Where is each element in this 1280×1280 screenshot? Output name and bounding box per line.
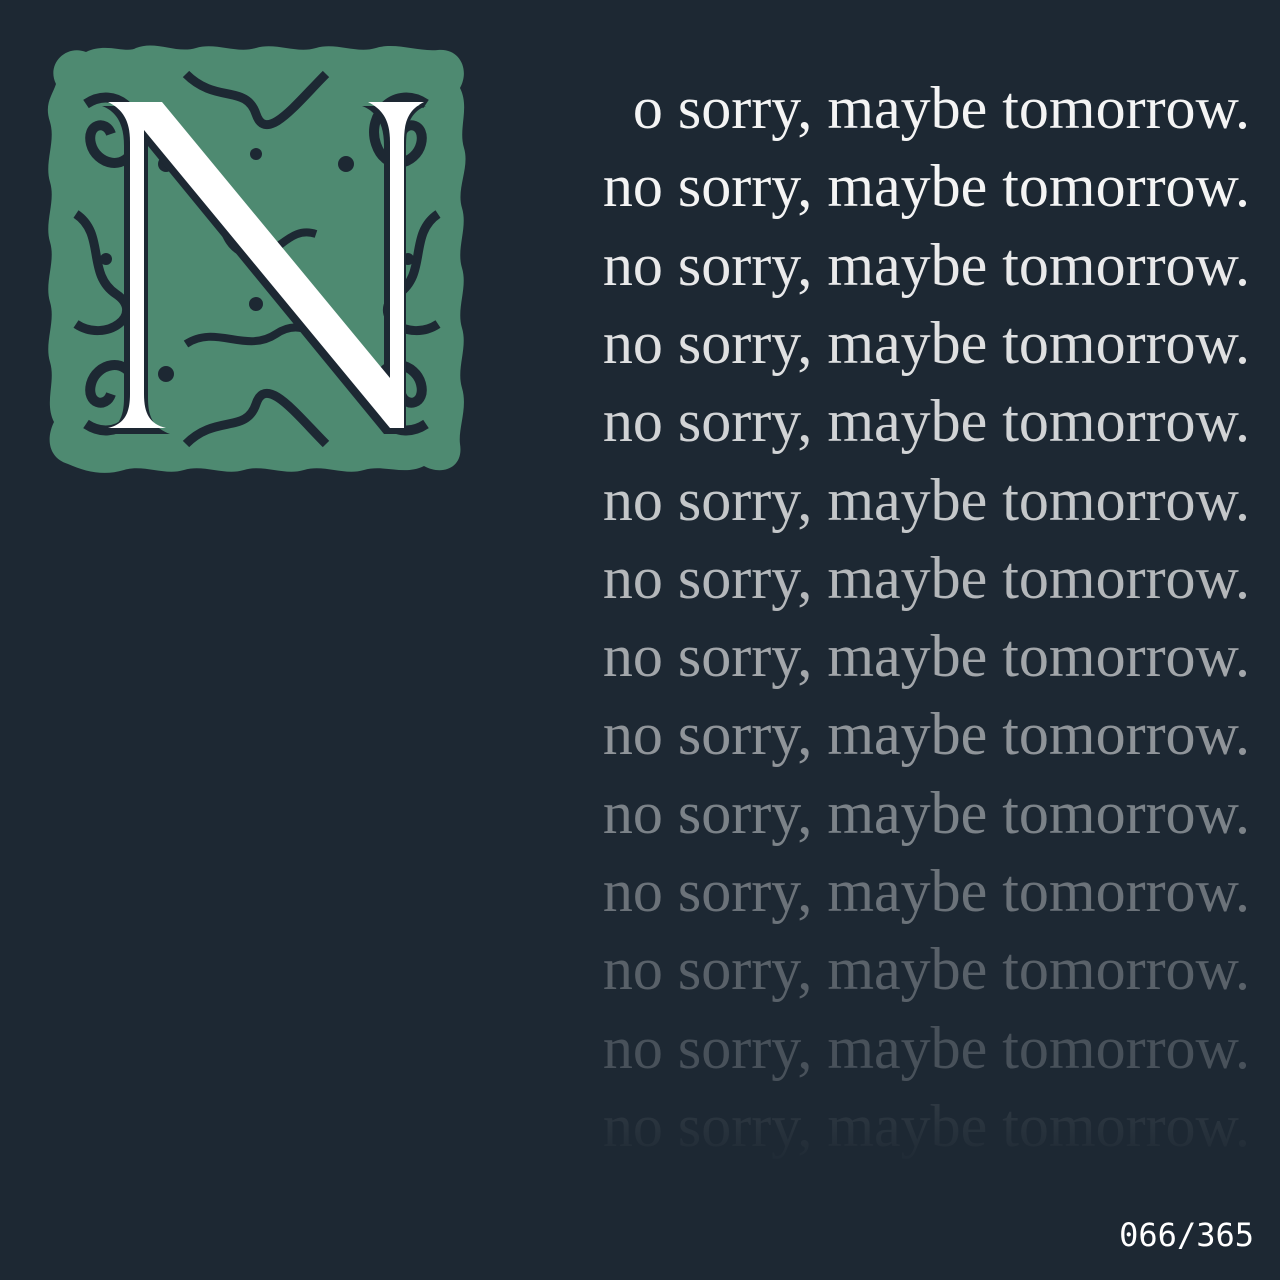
line-text: o sorry, maybe tomorrow. (632, 75, 1250, 141)
repeated-line: no sorry, maybe tomorrow. (603, 1096, 1250, 1156)
repeated-line: no sorry, maybe tomorrow. (603, 470, 1250, 530)
repeated-line: no sorry, maybe tomorrow. (603, 626, 1250, 686)
line-text: no sorry, maybe tomorrow. (602, 858, 1250, 924)
repeated-line: no sorry, maybe tomorrow. (603, 704, 1250, 764)
line-text: no sorry, maybe tomorrow. (602, 153, 1250, 220)
poster-canvas: o sorry, maybe tomorrow. no sorry, maybe … (0, 0, 1280, 1280)
line-text: no sorry, maybe tomorrow. (602, 623, 1250, 690)
repeated-line: no sorry, maybe tomorrow. (603, 548, 1250, 608)
repeated-line: no sorry, maybe tomorrow. (603, 1018, 1250, 1078)
illuminated-initial (46, 44, 468, 474)
repeated-line: no sorry, maybe tomorrow. (603, 861, 1250, 921)
line-text: no sorry, maybe tomorrow. (602, 544, 1250, 611)
line-text: no sorry, maybe tomorrow. (602, 701, 1250, 768)
repeated-line: no sorry, maybe tomorrow. (603, 391, 1250, 451)
repeated-line: o sorry, maybe tomorrow. (633, 78, 1250, 138)
ornament-n-icon (47, 45, 466, 473)
line-text: no sorry, maybe tomorrow. (602, 388, 1250, 455)
line-text: no sorry, maybe tomorrow. (602, 309, 1250, 376)
repeated-line: no sorry, maybe tomorrow. (603, 939, 1250, 999)
line-text: no sorry, maybe tomorrow. (602, 779, 1250, 846)
repeated-line: no sorry, maybe tomorrow. (603, 235, 1250, 295)
repeated-line: no sorry, maybe tomorrow. (603, 783, 1250, 843)
repeated-line: no sorry, maybe tomorrow. (603, 313, 1250, 373)
line-text: no sorry, maybe tomorrow. (602, 1092, 1250, 1159)
repeated-line: no sorry, maybe tomorrow. (603, 156, 1250, 216)
line-text: no sorry, maybe tomorrow. (602, 1014, 1250, 1081)
line-text: no sorry, maybe tomorrow. (602, 936, 1250, 1003)
day-counter: 066/365 (1119, 1216, 1254, 1254)
line-text: no sorry, maybe tomorrow. (602, 466, 1250, 533)
line-text: no sorry, maybe tomorrow. (602, 231, 1250, 298)
